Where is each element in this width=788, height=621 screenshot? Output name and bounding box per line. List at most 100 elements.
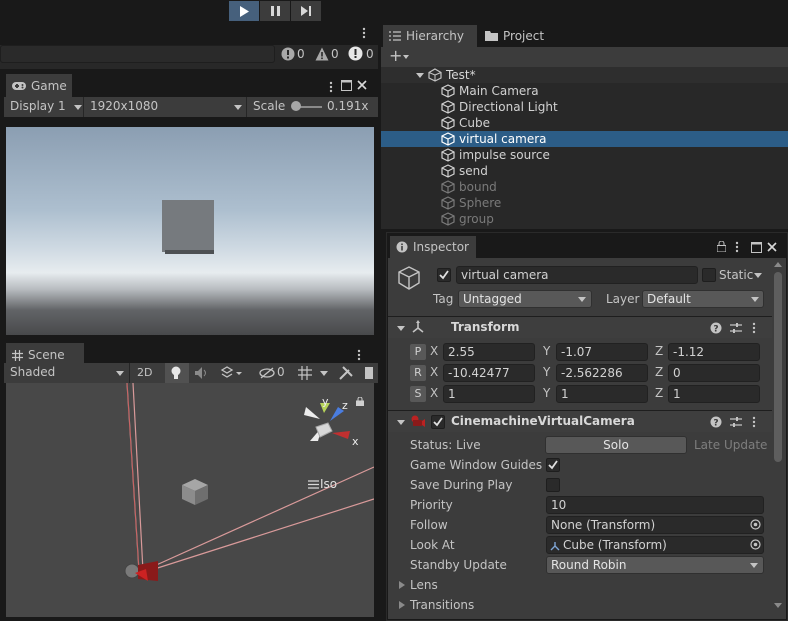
game-more-icon[interactable]: [329, 81, 333, 93]
hierarchy-item[interactable]: bound: [381, 179, 788, 195]
inspector-scrollbar[interactable]: [772, 258, 784, 619]
inspector-maximize-icon[interactable]: [751, 242, 762, 253]
more-options-icon[interactable]: [362, 27, 366, 39]
position-reset-button[interactable]: P: [410, 344, 426, 360]
save-during-play-checkbox[interactable]: [546, 478, 560, 492]
lens-label[interactable]: Lens: [410, 578, 438, 592]
position-x-input[interactable]: 2.55: [443, 343, 535, 361]
scale-reset-button[interactable]: S: [410, 386, 426, 402]
tab-project[interactable]: Project: [479, 25, 549, 47]
help-icon[interactable]: ?: [710, 322, 722, 334]
pause-button[interactable]: [260, 1, 290, 21]
rotation-x-input[interactable]: -10.42477: [443, 364, 535, 382]
warning-icon[interactable]: [315, 47, 329, 61]
look-at-field[interactable]: Cube (Transform): [546, 536, 764, 554]
priority-input[interactable]: 10: [546, 496, 764, 514]
static-label[interactable]: Static: [719, 268, 753, 282]
tab-hierarchy[interactable]: Hierarchy: [383, 25, 477, 47]
lock-icon[interactable]: [356, 397, 364, 406]
resolution-dropdown[interactable]: 1920x1080: [90, 99, 158, 113]
cinemachine-more-icon[interactable]: [752, 416, 756, 428]
layer-dropdown[interactable]: Default: [642, 290, 764, 308]
cinemachine-help-icon[interactable]: ?: [710, 416, 722, 428]
scrollbar-thumb[interactable]: [774, 272, 782, 462]
orientation-gizmo[interactable]: y z x: [298, 395, 359, 459]
preset-icon[interactable]: [730, 322, 742, 334]
scale-z-input[interactable]: 1: [668, 385, 760, 403]
shading-dropdown[interactable]: Shaded: [10, 365, 55, 379]
tag-dropdown[interactable]: Untagged: [458, 290, 592, 308]
grid-snap-icon[interactable]: [298, 366, 312, 380]
cinemachine-expand-icon[interactable]: [397, 420, 405, 425]
step-button[interactable]: [291, 1, 321, 21]
effects-icon[interactable]: [220, 366, 234, 380]
rotation-z-input[interactable]: 0: [668, 364, 760, 382]
position-z-input[interactable]: -1.12: [668, 343, 760, 361]
scale-x-input[interactable]: 1: [443, 385, 535, 403]
position-y-input[interactable]: -1.07: [556, 343, 648, 361]
transitions-label[interactable]: Transitions: [410, 598, 474, 612]
hierarchy-item[interactable]: Main Camera: [381, 83, 788, 99]
hierarchy-item[interactable]: Directional Light: [381, 99, 788, 115]
scroll-up-icon[interactable]: [774, 262, 782, 267]
hierarchy-item[interactable]: group: [381, 211, 788, 227]
gizmos-menu-icon[interactable]: [365, 367, 373, 379]
scroll-down-icon[interactable]: [774, 603, 782, 608]
game-window-guides-checkbox[interactable]: [546, 458, 560, 472]
display-dropdown[interactable]: Display 1: [10, 99, 66, 113]
hierarchy-item[interactable]: send: [381, 163, 788, 179]
inspector-close-icon[interactable]: [767, 242, 777, 252]
projection-label[interactable]: Iso: [320, 477, 337, 491]
z-axis-label[interactable]: Z: [655, 344, 663, 358]
y-axis-label[interactable]: Y: [543, 344, 550, 358]
game-viewport[interactable]: [6, 127, 374, 335]
static-caret-icon[interactable]: [754, 273, 762, 278]
scale-y-input[interactable]: 1: [556, 385, 648, 403]
object-name-input[interactable]: virtual camera: [456, 266, 698, 284]
rotation-reset-button[interactable]: R: [410, 365, 426, 381]
tools-icon[interactable]: [339, 366, 353, 380]
transitions-expand-icon[interactable]: [399, 601, 405, 609]
solo-button[interactable]: Solo: [545, 436, 687, 454]
tab-game[interactable]: Game: [6, 74, 72, 98]
lens-expand-icon[interactable]: [399, 581, 405, 589]
tab-inspector[interactable]: Inspector: [390, 236, 476, 258]
transform-expand-icon[interactable]: [397, 326, 405, 331]
component-more-icon[interactable]: [752, 322, 756, 334]
z-axis-label[interactable]: Z: [655, 365, 663, 379]
scene-cube[interactable]: [182, 479, 208, 505]
cinemachine-header[interactable]: CinemachineVirtualCamera ?: [388, 410, 772, 432]
add-icon[interactable]: +: [389, 46, 402, 65]
look-at-picker-icon[interactable]: [750, 539, 761, 550]
audio-icon[interactable]: [195, 367, 209, 379]
static-checkbox[interactable]: [702, 268, 716, 282]
maximize-icon[interactable]: [341, 80, 352, 91]
scene-expand-icon[interactable]: [416, 73, 424, 78]
inspector-more-icon[interactable]: [735, 241, 739, 253]
console-search-input[interactable]: [0, 45, 275, 63]
transform-header[interactable]: Transform ?: [388, 316, 772, 338]
2d-toggle[interactable]: 2D: [137, 366, 152, 379]
cinemachine-enabled-checkbox[interactable]: [431, 415, 445, 429]
scene-header-row[interactable]: Test*: [381, 67, 788, 83]
error-icon[interactable]: [281, 47, 295, 61]
hierarchy-item[interactable]: Sphere: [381, 195, 788, 211]
hidden-visibility-icon[interactable]: [259, 367, 275, 379]
close-icon[interactable]: [357, 80, 367, 90]
inspector-lock-icon[interactable]: [717, 241, 726, 252]
hierarchy-item[interactable]: Cube: [381, 115, 788, 131]
x-axis-label[interactable]: X: [430, 386, 438, 400]
x-axis-label[interactable]: X: [430, 344, 438, 358]
standby-update-dropdown[interactable]: Round Robin: [546, 556, 764, 574]
scene-camera-gizmo[interactable]: [122, 557, 162, 583]
active-checkbox[interactable]: [437, 268, 451, 282]
y-axis-label[interactable]: Y: [543, 386, 550, 400]
y-axis-label[interactable]: Y: [543, 365, 550, 379]
info-icon[interactable]: [348, 46, 363, 61]
follow-picker-icon[interactable]: [750, 519, 761, 530]
follow-field[interactable]: None (Transform): [546, 516, 764, 534]
rotation-y-input[interactable]: -2.562286: [556, 364, 648, 382]
play-button[interactable]: [229, 1, 259, 21]
scene-viewport[interactable]: y z x Iso: [6, 383, 374, 617]
cinemachine-preset-icon[interactable]: [730, 416, 742, 428]
